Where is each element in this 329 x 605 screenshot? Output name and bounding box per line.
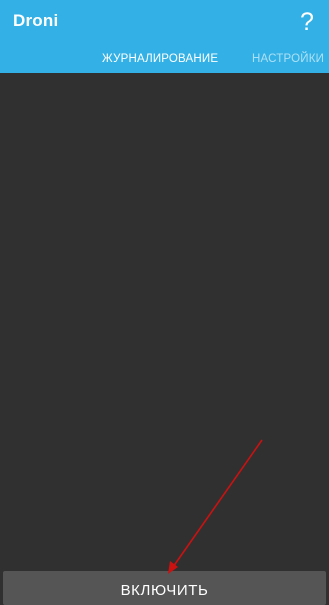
tab-logging[interactable]: ЖУРНАЛИРОВАНИЕ (102, 53, 218, 65)
help-button[interactable]: ? (293, 6, 321, 38)
app-window: Droni ? ЖУРНАЛИРОВАНИЕ НАСТРОЙКИ ВКЛЮЧИТ… (0, 0, 329, 605)
app-title: Droni (13, 11, 59, 30)
tab-settings[interactable]: НАСТРОЙКИ (252, 53, 324, 65)
enable-button[interactable]: ВКЛЮЧИТЬ (3, 571, 326, 605)
tab-bar: ЖУРНАЛИРОВАНИЕ НАСТРОЙКИ (0, 44, 329, 73)
logging-content-area (0, 73, 329, 571)
app-bar: Droni ? ЖУРНАЛИРОВАНИЕ НАСТРОЙКИ (0, 0, 329, 73)
